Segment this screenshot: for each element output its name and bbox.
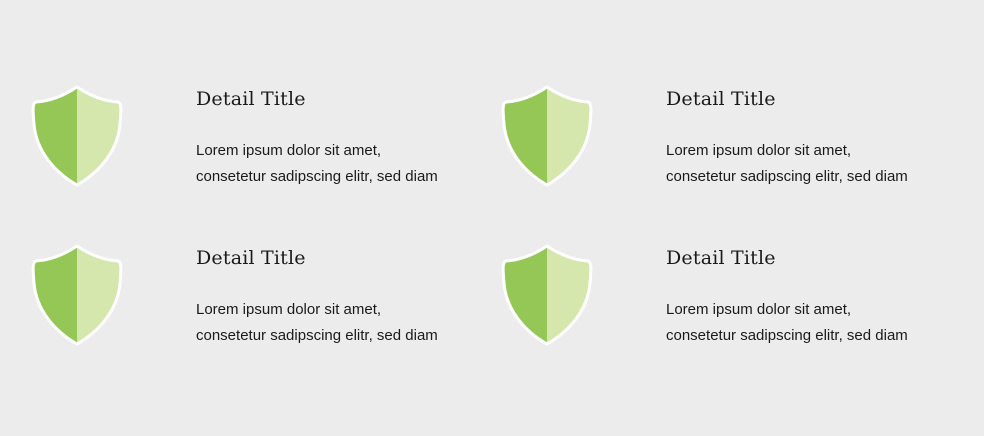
shield-icon: [500, 243, 594, 347]
feature-title: Detail Title: [196, 247, 306, 269]
feature-description: Lorem ipsum dolor sit amet, consetetur s…: [666, 138, 908, 190]
feature-item: Detail Title Lorem ipsum dolor sit amet,…: [30, 243, 500, 353]
feature-title: Detail Title: [666, 247, 776, 269]
feature-description-line: Lorem ipsum dolor sit amet,: [196, 301, 382, 318]
feature-description: Lorem ipsum dolor sit amet, consetetur s…: [196, 138, 438, 190]
feature-grid: Detail Title Lorem ipsum dolor sit amet,…: [0, 0, 984, 436]
feature-item: Detail Title Lorem ipsum dolor sit amet,…: [500, 84, 970, 194]
feature-title: Detail Title: [666, 88, 776, 110]
feature-description-line: consetetur sadipscing elitr, sed diam: [666, 327, 908, 344]
feature-description-line: Lorem ipsum dolor sit amet,: [666, 142, 852, 159]
feature-item: Detail Title Lorem ipsum dolor sit amet,…: [500, 243, 970, 353]
feature-description: Lorem ipsum dolor sit amet, consetetur s…: [666, 297, 908, 349]
feature-description: Lorem ipsum dolor sit amet, consetetur s…: [196, 297, 438, 349]
feature-item: Detail Title Lorem ipsum dolor sit amet,…: [30, 84, 500, 194]
feature-description-line: consetetur sadipscing elitr, sed diam: [196, 327, 438, 344]
feature-description-line: consetetur sadipscing elitr, sed diam: [196, 168, 438, 185]
feature-title: Detail Title: [196, 88, 306, 110]
feature-description-line: Lorem ipsum dolor sit amet,: [196, 142, 382, 159]
shield-icon: [500, 84, 594, 188]
feature-description-line: Lorem ipsum dolor sit amet,: [666, 301, 852, 318]
feature-description-line: consetetur sadipscing elitr, sed diam: [666, 168, 908, 185]
shield-icon: [30, 84, 124, 188]
shield-icon: [30, 243, 124, 347]
